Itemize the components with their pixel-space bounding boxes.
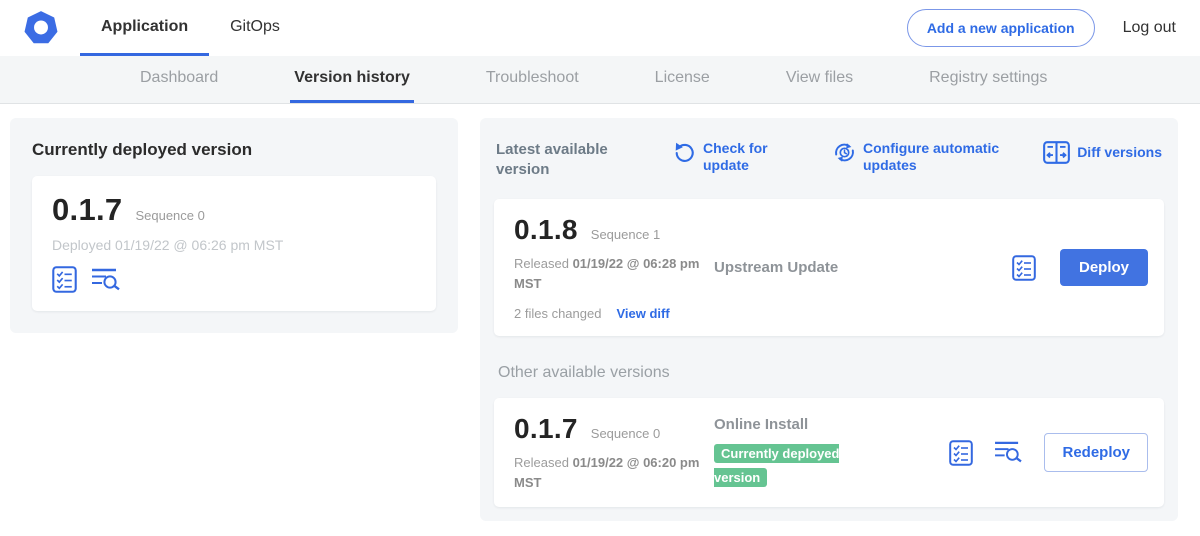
preflight-checklist-icon[interactable] (1012, 255, 1036, 281)
latest-version-number: 0.1.8 (514, 214, 578, 246)
latest-available-title: Latest available version (496, 140, 646, 179)
currently-deployed-badge: Currently deployed version (714, 444, 839, 487)
deploy-button[interactable]: Deploy (1060, 249, 1148, 286)
other-released-timestamp: Released 01/19/22 @ 06:20 pm MST (514, 453, 714, 492)
deploy-logs-icon[interactable] (91, 267, 121, 293)
subnav-registry-settings-label: Registry settings (929, 69, 1047, 87)
latest-available-panel: Latest available version Check for updat… (480, 118, 1178, 521)
other-version-info: 0.1.7 Sequence 0 Released 01/19/22 @ 06:… (514, 413, 714, 492)
diff-versions-label: Diff versions (1077, 144, 1162, 161)
subnav-view-files-label: View files (786, 69, 853, 87)
top-tabs: Application GitOps (80, 0, 301, 56)
check-for-update-link[interactable]: Check for update (674, 140, 775, 174)
files-changed-row: 2 files changed View diff (514, 306, 714, 321)
latest-panel-header: Latest available version Check for updat… (496, 140, 1162, 179)
other-version-sequence: Sequence 0 (591, 426, 660, 441)
configure-auto-updates-link[interactable]: Configure automatic updates (833, 140, 1015, 174)
subnav-item-troubleshoot[interactable]: Troubleshoot (482, 56, 583, 103)
add-new-application-button[interactable]: Add a new application (907, 9, 1095, 47)
latest-version-card: 0.1.8 Sequence 1 Released 01/19/22 @ 06:… (494, 199, 1164, 336)
latest-version-sequence: Sequence 1 (591, 227, 660, 242)
tab-application[interactable]: Application (80, 0, 209, 56)
subnav-license-label: License (655, 69, 710, 87)
preflight-checklist-icon[interactable] (949, 440, 973, 466)
current-version-card: 0.1.7 Sequence 0 Deployed 01/19/22 @ 06:… (32, 176, 436, 311)
subnav-item-version-history[interactable]: Version history (290, 56, 414, 103)
currently-deployed-panel: Currently deployed version 0.1.7 Sequenc… (10, 118, 458, 333)
subnav-dashboard-label: Dashboard (140, 69, 218, 87)
status-badge-wrap: Currently deployed version (714, 442, 872, 490)
main-content: Currently deployed version 0.1.7 Sequenc… (0, 104, 1200, 521)
heptagon-logo-icon (22, 9, 60, 47)
subnav-item-registry-settings[interactable]: Registry settings (925, 56, 1051, 103)
latest-version-row: 0.1.8 Sequence 1 (514, 214, 714, 246)
diff-versions-icon (1043, 141, 1070, 164)
other-version-actions: Redeploy (949, 433, 1148, 472)
log-out-link[interactable]: Log out (1123, 19, 1176, 37)
subnav-item-view-files[interactable]: View files (782, 56, 857, 103)
deploy-logs-icon[interactable] (994, 440, 1023, 465)
app-sub-nav: Dashboard Version history Troubleshoot L… (0, 56, 1200, 104)
latest-version-info: 0.1.8 Sequence 1 Released 01/19/22 @ 06:… (514, 214, 714, 321)
latest-released-timestamp: Released 01/19/22 @ 06:28 pm MST (514, 254, 714, 293)
tab-gitops-label: GitOps (230, 18, 280, 36)
deployed-timestamp: Deployed 01/19/22 @ 06:26 pm MST (52, 237, 416, 253)
subnav-troubleshoot-label: Troubleshoot (486, 69, 579, 87)
configure-auto-updates-label: Configure automatic updates (863, 140, 1015, 174)
currently-deployed-title: Currently deployed version (32, 140, 436, 160)
current-version-sequence: Sequence 0 (135, 208, 204, 223)
preflight-checklist-icon[interactable] (52, 266, 77, 293)
view-diff-link[interactable]: View diff (616, 306, 669, 321)
auto-update-clock-icon (833, 141, 856, 164)
latest-version-actions: Deploy (1012, 249, 1148, 286)
online-install-label: Online Install (714, 416, 949, 433)
redeploy-button[interactable]: Redeploy (1044, 433, 1148, 472)
upstream-update-label: Upstream Update (714, 259, 1012, 276)
current-version-actions (52, 266, 416, 293)
latest-version-source: Upstream Update (714, 259, 1012, 276)
other-version-row: 0.1.7 Sequence 0 (514, 413, 714, 445)
other-version-card: 0.1.7 Sequence 0 Released 01/19/22 @ 06:… (494, 398, 1164, 507)
current-version-row: 0.1.7 Sequence 0 (52, 192, 416, 228)
subnav-version-history-label: Version history (294, 69, 410, 87)
app-logo (22, 0, 60, 56)
tab-application-label: Application (101, 18, 188, 36)
released-prefix: Released (514, 256, 569, 271)
diff-versions-link[interactable]: Diff versions (1043, 140, 1162, 164)
files-changed-count: 2 files changed (514, 306, 601, 321)
subnav-item-dashboard[interactable]: Dashboard (136, 56, 222, 103)
top-nav: Application GitOps Add a new application… (0, 0, 1200, 56)
subnav-item-license[interactable]: License (651, 56, 714, 103)
other-versions-heading: Other available versions (498, 364, 1160, 382)
other-version-number: 0.1.7 (514, 413, 578, 445)
refresh-icon (674, 141, 696, 163)
tab-gitops[interactable]: GitOps (209, 0, 301, 56)
other-version-source: Online Install Currently deployed versio… (714, 416, 949, 490)
current-version-number: 0.1.7 (52, 192, 122, 228)
top-nav-right: Add a new application Log out (907, 0, 1176, 56)
check-for-update-label: Check for update (703, 140, 775, 174)
released-prefix: Released (514, 455, 569, 470)
